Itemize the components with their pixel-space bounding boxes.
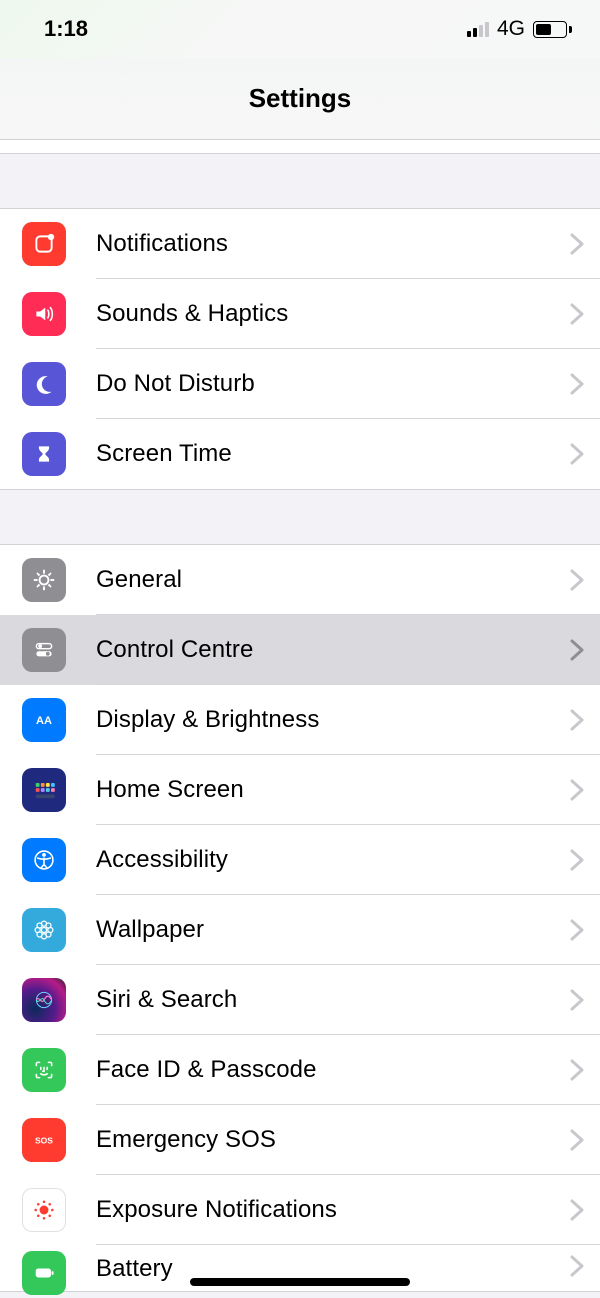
row-homescreen[interactable]: Home Screen <box>0 755 600 825</box>
chevron-right-icon <box>570 639 584 661</box>
row-label: Home Screen <box>66 776 570 804</box>
row-wallpaper[interactable]: Wallpaper <box>0 895 600 965</box>
chevron-right-icon <box>570 1059 584 1081</box>
chevron-right-icon <box>570 849 584 871</box>
row-notifications[interactable]: Notifications <box>0 209 600 279</box>
row-label: Face ID & Passcode <box>66 1056 570 1084</box>
aa-icon: AA <box>22 698 66 742</box>
row-label: Accessibility <box>66 846 570 874</box>
row-label: Notifications <box>66 230 570 258</box>
chevron-right-icon <box>570 569 584 591</box>
chevron-right-icon <box>570 233 584 255</box>
row-label: Exposure Notifications <box>66 1196 570 1224</box>
row-exposure[interactable]: Exposure Notifications <box>0 1175 600 1245</box>
chevron-right-icon <box>570 303 584 325</box>
battery-icon <box>533 21 572 38</box>
sos-icon: SOS <box>22 1118 66 1162</box>
row-label: Sounds & Haptics <box>66 300 570 328</box>
row-label: Display & Brightness <box>66 706 570 734</box>
gear-icon <box>22 558 66 602</box>
battery-icon <box>22 1251 66 1295</box>
chevron-right-icon <box>570 1199 584 1221</box>
chevron-right-icon <box>570 709 584 731</box>
row-screentime[interactable]: Screen Time <box>0 419 600 489</box>
clock: 1:18 <box>44 16 88 42</box>
chevron-right-icon <box>570 779 584 801</box>
settings-screen: 1:18 4G Settings Notifications <box>0 0 600 1298</box>
row-dnd[interactable]: Do Not Disturb <box>0 349 600 419</box>
switches-icon <box>22 628 66 672</box>
chevron-right-icon <box>570 1129 584 1151</box>
row-controlcentre[interactable]: Control Centre <box>0 615 600 685</box>
grid-icon <box>22 768 66 812</box>
chevron-right-icon <box>570 1255 584 1277</box>
status-right: 4G <box>467 17 572 41</box>
row-label: Control Centre <box>66 636 570 664</box>
chevron-right-icon <box>570 919 584 941</box>
flower-icon <box>22 908 66 952</box>
svg-text:AA: AA <box>36 715 52 727</box>
row-label: General <box>66 566 570 594</box>
section-gap-1 <box>0 490 600 544</box>
row-label: Siri & Search <box>66 986 570 1014</box>
accessibility-icon <box>22 838 66 882</box>
network-label: 4G <box>497 17 525 41</box>
row-display[interactable]: AA Display & Brightness <box>0 685 600 755</box>
sounds-icon <box>22 292 66 336</box>
status-bar: 1:18 4G <box>0 0 600 58</box>
settings-section-1: General Control Centre AA Display & Brig… <box>0 544 600 1292</box>
row-sos[interactable]: SOS Emergency SOS <box>0 1105 600 1175</box>
nav-bar: Settings <box>0 58 600 140</box>
notifications-icon <box>22 222 66 266</box>
chevron-right-icon <box>570 443 584 465</box>
home-indicator[interactable] <box>190 1278 410 1286</box>
section-gap-0 <box>0 154 600 208</box>
settings-section-0: Notifications Sounds & Haptics Do Not Di… <box>0 208 600 490</box>
page-title: Settings <box>249 83 352 114</box>
row-general[interactable]: General <box>0 545 600 615</box>
row-label: Emergency SOS <box>66 1126 570 1154</box>
row-label: Do Not Disturb <box>66 370 570 398</box>
faceid-icon <box>22 1048 66 1092</box>
chevron-right-icon <box>570 373 584 395</box>
row-siri[interactable]: Siri & Search <box>0 965 600 1035</box>
svg-text:SOS: SOS <box>35 1136 53 1146</box>
partial-row-top <box>0 140 600 154</box>
hourglass-icon <box>22 432 66 476</box>
row-label: Wallpaper <box>66 916 570 944</box>
row-label: Screen Time <box>66 440 570 468</box>
moon-icon <box>22 362 66 406</box>
chevron-right-icon <box>570 989 584 1011</box>
exposure-icon <box>22 1188 66 1232</box>
row-sounds[interactable]: Sounds & Haptics <box>0 279 600 349</box>
signal-icon <box>467 21 489 37</box>
siri-icon <box>22 978 66 1022</box>
row-faceid[interactable]: Face ID & Passcode <box>0 1035 600 1105</box>
row-accessibility[interactable]: Accessibility <box>0 825 600 895</box>
